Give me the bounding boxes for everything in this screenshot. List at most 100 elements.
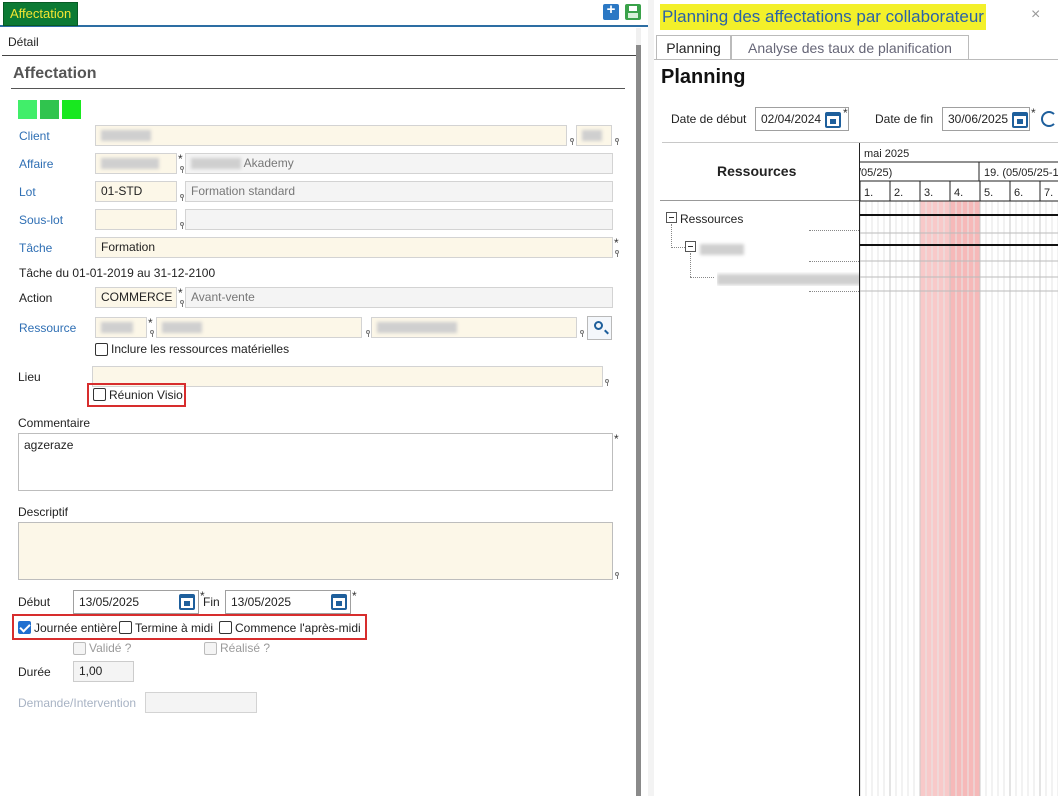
sous-lot-label[interactable]: Sous-lot [19,213,63,227]
lot-description: Formation standard [185,181,613,202]
pin-icon[interactable] [180,300,184,307]
scrollbar-thumb[interactable] [636,45,641,796]
lieu-label: Lieu [18,370,41,384]
tree-connector [671,224,672,248]
calendar-icon[interactable] [1012,112,1028,128]
pin-icon[interactable] [570,138,574,145]
sous-lot-code-input[interactable] [95,209,177,230]
affaire-label[interactable]: Affaire [19,157,53,171]
planning-pane: Planning des affectations par collaborat… [654,0,1058,796]
tache-input[interactable]: Formation [95,237,613,258]
close-icon[interactable]: × [1031,6,1040,24]
color-swatch[interactable] [62,100,81,119]
action-code-input[interactable]: COMMERCE [95,287,177,308]
descriptif-label: Descriptif [18,505,69,519]
debut-label: Début [18,595,51,609]
calendar-icon[interactable] [331,594,347,610]
affaire-code-input[interactable] [95,153,177,174]
ressource-name-input[interactable] [156,317,362,338]
action-label: Action [19,291,53,305]
client-code-input[interactable] [576,125,612,146]
client-label[interactable]: Client [19,129,50,143]
realise-checkbox[interactable] [204,642,217,655]
refresh-icon[interactable] [1041,111,1057,127]
gantt-chart: mai 2025 /05/25) 19. (05/05/25-1 1. 2. 3. 4… [858,143,1058,796]
tache-label[interactable]: Tâche [19,241,52,255]
tree-connector [690,253,691,277]
collapse-tree-icon[interactable] [685,241,696,252]
calendar-icon[interactable] [179,594,195,610]
affaire-description: Akademy [185,153,613,174]
tab-affectation[interactable]: Affectation [3,2,79,26]
ressource-code-input[interactable] [95,317,147,338]
termine-midi-label: Termine à midi [135,621,214,635]
tab-planning[interactable]: Planning [656,35,731,60]
save-icon[interactable] [625,4,641,20]
color-swatch[interactable] [18,100,37,119]
tree-row-guide [809,291,859,292]
pin-icon[interactable] [150,330,154,337]
tree-group-label[interactable] [700,242,744,256]
pin-icon[interactable] [366,330,370,337]
reunion-visio-checkbox[interactable] [93,388,106,401]
pin-icon[interactable] [180,194,184,201]
gantt-day-label: 6. [1014,187,1023,199]
commentaire-textarea[interactable]: agzeraze [18,433,613,491]
tree-connector [671,247,685,248]
tree-row-guide [809,230,859,231]
fin-label: Fin [203,595,220,609]
pin-icon[interactable] [580,330,584,337]
required-mark: * [178,152,183,166]
descriptif-textarea[interactable] [18,522,613,580]
gantt-month-label: mai 2025 [864,148,909,160]
include-material-label: Inclure les ressources matérielles [111,342,290,356]
search-button[interactable] [587,316,612,340]
journee-entiere-checkbox[interactable] [18,621,31,634]
sous-lot-description [185,209,613,230]
lot-code-input[interactable]: 01-STD [95,181,177,202]
pin-icon[interactable] [615,250,619,257]
demande-input[interactable] [145,692,257,713]
valide-checkbox[interactable] [73,642,86,655]
search-icon [594,321,603,330]
pin-icon[interactable] [180,222,184,229]
resources-column-header: Ressources [717,163,797,179]
gantt-day-labels: 1. 2. 3. 4. 5. 6. 7. [859,181,1053,201]
lot-label[interactable]: Lot [19,185,36,199]
demande-label: Demande/Intervention [18,696,137,710]
page-title: Planning [661,66,746,88]
pin-icon[interactable] [605,379,609,386]
tab-analyse-taux[interactable]: Analyse des taux de planification [731,35,969,60]
new-document-icon[interactable] [603,1,619,20]
affectation-pane: Affectation Détail Affectation Client Af… [0,0,648,796]
required-mark: * [843,106,848,120]
divider [11,88,625,89]
pin-icon[interactable] [180,166,184,173]
pin-icon[interactable] [615,572,619,579]
required-mark: * [1031,106,1036,120]
action-description: Avant-vente [185,287,613,308]
calendar-icon[interactable] [825,112,841,128]
gantt-week-label: 19. (05/05/25-1 [984,167,1058,179]
color-swatch[interactable] [40,100,59,119]
tache-period: Tâche du 01-01-2019 au 31-12-2100 [19,266,216,280]
pin-icon[interactable] [615,138,619,145]
duree-input[interactable]: 1,00 [73,661,134,682]
tree-connector [690,277,714,278]
ressource-label[interactable]: Ressource [19,321,76,335]
termine-midi-checkbox[interactable] [119,621,132,634]
include-material-checkbox[interactable] [95,343,108,356]
divider [654,59,1058,60]
planning-window-title: Planning des affectations par collaborat… [660,4,986,30]
commence-apres-midi-checkbox[interactable] [219,621,232,634]
gantt-weekend-column [950,201,980,796]
gantt-grid: mai 2025 /05/25) 19. (05/05/25-1 1. 2. 3. 4… [858,148,1058,796]
required-mark: * [352,589,357,603]
ressource-group-input[interactable] [371,317,577,338]
tree-resource-label[interactable] [717,272,860,286]
tree-root-label[interactable]: Ressources [680,212,743,226]
client-input[interactable] [95,125,567,146]
collapse-tree-icon[interactable] [666,212,677,223]
required-mark: * [178,286,183,300]
gantt-day-label: 7. [1044,187,1053,199]
